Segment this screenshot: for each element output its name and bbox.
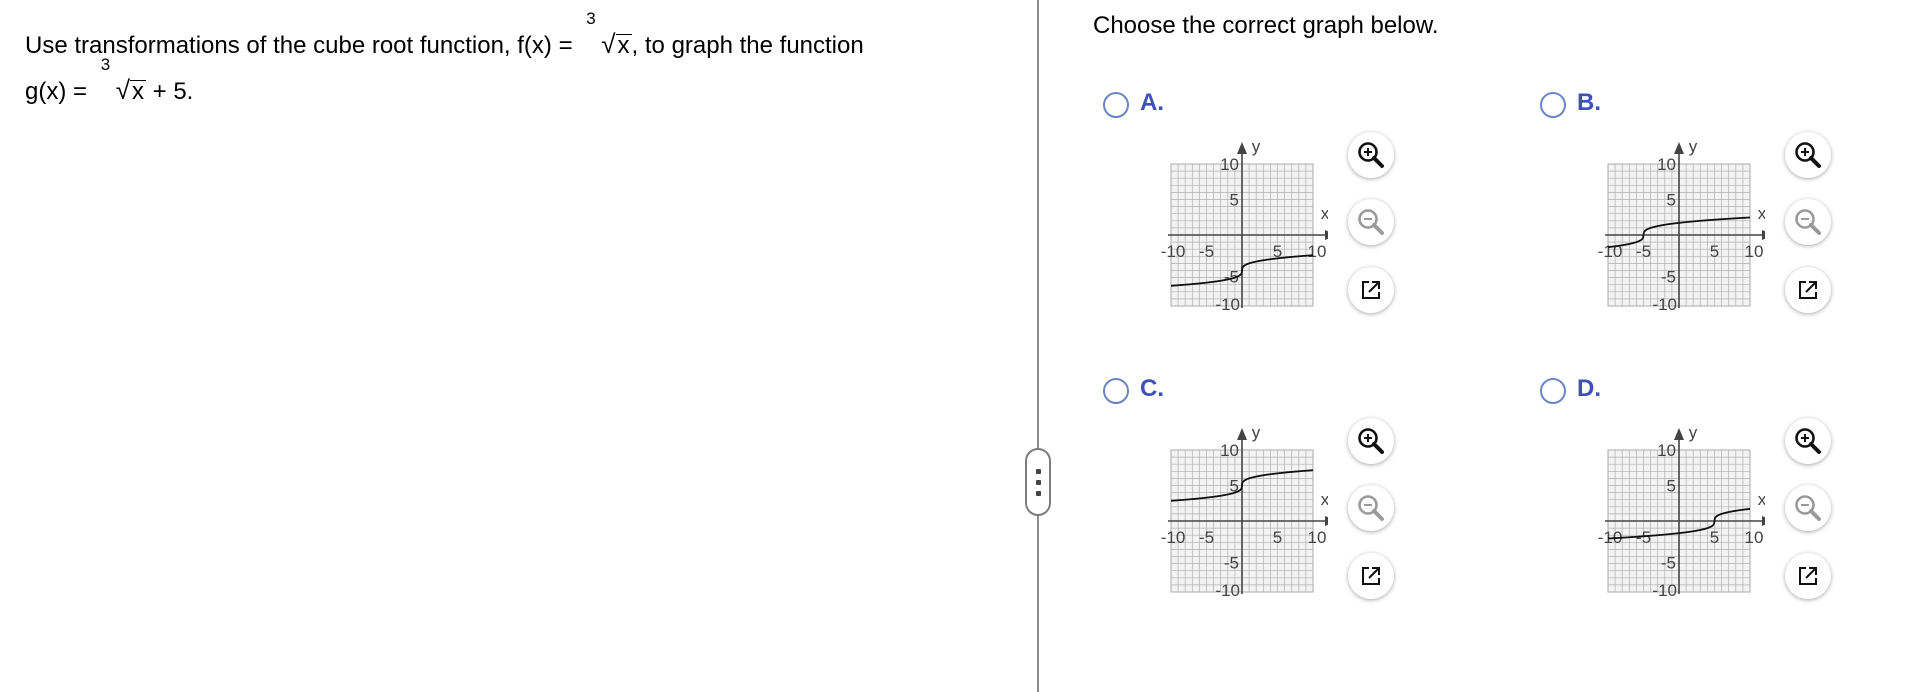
popout-button[interactable] <box>1785 553 1831 599</box>
popout-icon <box>1799 281 1817 299</box>
zoom-out-button[interactable] <box>1785 199 1831 245</box>
tick-label-x-5: 5 <box>1710 528 1719 547</box>
tick-label-y-5: 5 <box>1667 191 1676 210</box>
option-letter: A. <box>1140 89 1164 116</box>
question-line1-post: , to graph the function <box>631 32 864 59</box>
tick-label-y-neg10: -10 <box>1215 581 1240 600</box>
y-axis-arrow <box>1237 428 1247 440</box>
zoom-in-icon <box>1358 142 1384 168</box>
tick-label-x-5: 5 <box>1273 528 1282 547</box>
x-axis-arrow <box>1762 230 1765 240</box>
popout-icon <box>1799 567 1817 585</box>
tick-label-y-neg5: -5 <box>1661 554 1676 573</box>
tick-label-y-5: 5 <box>1667 477 1676 496</box>
zoom-out-button[interactable] <box>1348 485 1394 531</box>
x-axis-label: x <box>1321 490 1328 509</box>
tick-label-x-neg5: -5 <box>1199 528 1214 547</box>
radio-option-a[interactable] <box>1103 92 1129 118</box>
zoom-in-button[interactable] <box>1785 418 1831 464</box>
x-axis-arrow <box>1762 516 1765 526</box>
popout-icon <box>1362 567 1380 585</box>
zoom-in-button[interactable] <box>1348 132 1394 178</box>
radio-option-d[interactable] <box>1540 378 1566 404</box>
y-axis-label: y <box>1689 423 1698 442</box>
radical-index: 3 <box>100 55 111 74</box>
radical-index: 3 <box>586 9 596 28</box>
pane-divider <box>1037 0 1039 692</box>
tick-label-y-10: 10 <box>1220 441 1239 460</box>
question-line2-post: + 5. <box>152 78 194 105</box>
zoom-in-button[interactable] <box>1348 418 1394 464</box>
tick-label-x-neg10: -10 <box>1161 528 1186 547</box>
tick-label-y-10: 10 <box>1657 155 1676 174</box>
option-letter: B. <box>1577 89 1601 116</box>
x-axis-arrow <box>1325 230 1328 240</box>
tick-label-y-neg10: -10 <box>1215 295 1240 314</box>
radio-option-b[interactable] <box>1540 92 1566 118</box>
tick-label-x-neg10: -10 <box>1598 242 1623 261</box>
answer-prompt: Choose the correct graph below. <box>1093 12 1439 39</box>
y-axis-arrow <box>1237 142 1247 154</box>
option-letter: D. <box>1577 375 1601 402</box>
zoom-in-icon <box>1358 428 1384 454</box>
x-axis-arrow <box>1325 516 1328 526</box>
graph-option-a: xy105-5-10-10 -5 5 10 <box>1161 137 1328 314</box>
handle-dot <box>1035 468 1041 474</box>
y-axis-arrow <box>1674 142 1684 154</box>
tick-label-y-10: 10 <box>1657 441 1676 460</box>
popout-icon <box>1362 281 1380 299</box>
option-letter: C. <box>1140 375 1164 402</box>
tick-label-y-neg5: -5 <box>1661 268 1676 287</box>
tick-label-x-10: 10 <box>1308 528 1327 547</box>
zoom-out-icon <box>1795 495 1821 521</box>
tick-label-y-neg10: -10 <box>1652 581 1677 600</box>
radical-sign: √ <box>601 29 616 59</box>
tick-label-y-neg5: -5 <box>1224 554 1239 573</box>
tick-label-x-10: 10 <box>1745 528 1764 547</box>
tick-label-y-5: 5 <box>1230 191 1239 210</box>
y-axis-arrow <box>1674 428 1684 440</box>
graph-option-d: xy105-5-10-10 -5 5 10 <box>1598 423 1765 600</box>
graph-option-b: x y 10 5 -5 -10 -10 -5 5 10 <box>1598 137 1765 314</box>
graph-option-c: xy105-5-10-10 -5 5 10 <box>1161 423 1328 600</box>
handle-dot <box>1035 490 1041 496</box>
handle-dot <box>1035 479 1041 485</box>
x-axis-label: x <box>1758 490 1765 509</box>
tick-label-y-neg10: -10 <box>1652 295 1677 314</box>
zoom-out-button[interactable] <box>1785 485 1831 531</box>
radical-sign: √ <box>115 75 130 105</box>
popout-button[interactable] <box>1785 267 1831 313</box>
tick-label-x-neg5: -5 <box>1199 242 1214 261</box>
zoom-in-icon <box>1795 428 1821 454</box>
radio-option-c[interactable] <box>1103 378 1129 404</box>
y-axis-label: y <box>1252 423 1261 442</box>
cube-root-g: 3 √x <box>101 56 146 114</box>
zoom-out-icon <box>1358 495 1384 521</box>
tick-label-x-10: 10 <box>1308 242 1327 261</box>
popout-button[interactable] <box>1348 267 1394 313</box>
tick-label-y-10: 10 <box>1220 155 1239 174</box>
zoom-in-icon <box>1795 142 1821 168</box>
pane-resize-handle[interactable] <box>1025 448 1051 516</box>
tick-label-x-5: 5 <box>1710 242 1719 261</box>
popout-button[interactable] <box>1348 553 1394 599</box>
zoom-in-button[interactable] <box>1785 132 1831 178</box>
y-axis-label: y <box>1689 137 1698 156</box>
tick-label-x-neg5: -5 <box>1636 242 1651 261</box>
radicand: x <box>129 78 146 105</box>
question-line2-pre: g(x) = <box>25 78 88 105</box>
zoom-out-icon <box>1358 209 1384 235</box>
zoom-out-button[interactable] <box>1348 199 1394 245</box>
question-text: Use transformations of the cube root fun… <box>25 10 1025 114</box>
question-line-1: Use transformations of the cube root fun… <box>25 10 1025 68</box>
y-axis-label: y <box>1252 137 1261 156</box>
cube-root-f: 3 √x <box>586 10 632 68</box>
tick-label-x-neg10: -10 <box>1161 242 1186 261</box>
x-axis-label: x <box>1321 204 1328 223</box>
tick-label-x-10: 10 <box>1745 242 1764 261</box>
radicand: x <box>615 32 632 59</box>
x-axis-label: x <box>1758 204 1765 223</box>
question-line-2: g(x) = 3 √x + 5. <box>25 56 1025 114</box>
zoom-out-icon <box>1795 209 1821 235</box>
